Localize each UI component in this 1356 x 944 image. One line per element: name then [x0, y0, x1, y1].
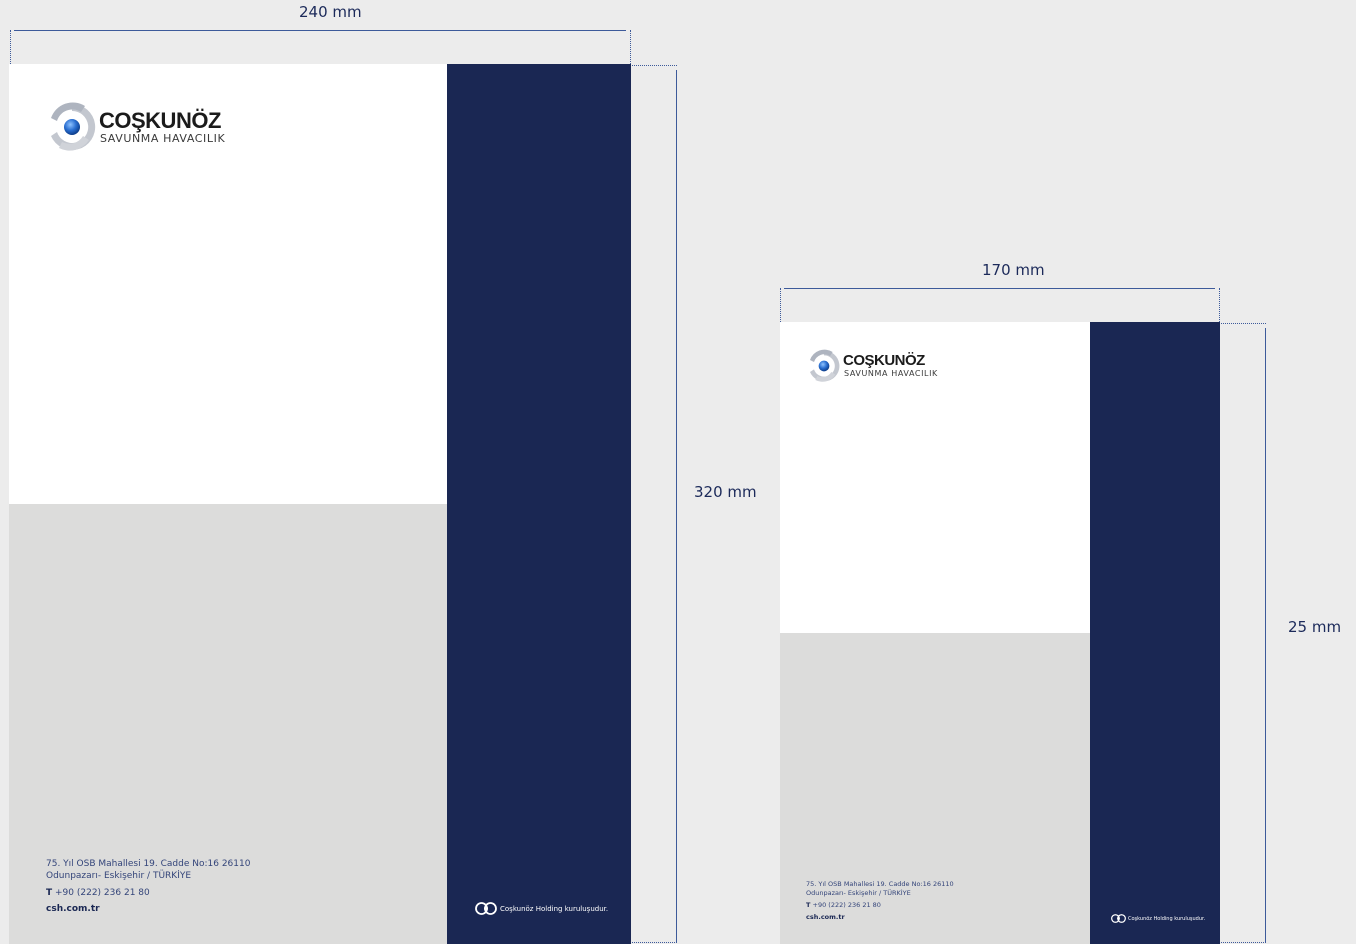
large-width-line — [14, 30, 626, 31]
small-phone-prefix: T — [806, 901, 811, 909]
large-envelope-navy-band — [447, 64, 631, 944]
large-holding-note: Coşkunöz Holding kuruluşudur. — [475, 902, 608, 915]
small-address-block: 75. Yıl OSB Mahallesi 19. Cadde No:16 26… — [806, 880, 954, 922]
small-height-label: 25 mm — [1288, 618, 1342, 636]
large-height-line — [676, 70, 677, 942]
large-address-block: 75. Yıl OSB Mahallesi 19. Cadde No:16 26… — [46, 858, 250, 915]
coskunoz-logo-icon — [51, 102, 96, 151]
large-height-label: 320 mm — [694, 483, 757, 501]
small-width-tick-left — [780, 288, 781, 322]
small-website: csh.com.tr — [806, 913, 845, 921]
small-height-tick-bottom — [1221, 942, 1266, 943]
large-envelope: COŞKUNÖZ SAVUNMA HAVACILIK 75. Yıl OSB M… — [9, 64, 631, 944]
small-address-line1: 75. Yıl OSB Mahallesi 19. Cadde No:16 26… — [806, 880, 954, 888]
large-phone: +90 (222) 236 21 80 — [55, 888, 150, 898]
large-width-tick-left — [10, 30, 11, 64]
large-address-line1: 75. Yıl OSB Mahallesi 19. Cadde No:16 26… — [46, 859, 251, 869]
small-width-tick-right — [1219, 288, 1220, 322]
large-height-tick-bottom — [632, 942, 677, 943]
large-width-tick-right — [630, 30, 631, 64]
large-height-tick-top — [632, 65, 677, 66]
small-envelope-navy-band — [1090, 322, 1220, 944]
small-holding-text: Coşkunöz Holding kuruluşudur. — [1128, 915, 1206, 922]
small-width-line — [784, 288, 1215, 289]
large-logo: COŞKUNÖZ SAVUNMA HAVACILIK — [45, 100, 245, 154]
small-phone: +90 (222) 236 21 80 — [812, 901, 881, 909]
large-phone-line: T +90 (222) 236 21 80 — [46, 887, 250, 899]
coskunoz-logo-icon — [810, 349, 840, 382]
large-width-label: 240 mm — [299, 3, 362, 21]
holding-logo-icon — [1111, 914, 1126, 923]
holding-logo-icon — [475, 902, 497, 915]
small-phone-line: T +90 (222) 236 21 80 — [806, 901, 954, 910]
large-holding-text: Coşkunöz Holding kuruluşudur. — [500, 904, 609, 913]
small-width-label: 170 mm — [982, 261, 1045, 279]
large-website: csh.com.tr — [46, 904, 100, 914]
small-holding-note: Coşkunöz Holding kuruluşudur. — [1111, 914, 1205, 923]
large-brand-name: COŞKUNÖZ — [99, 108, 221, 133]
small-height-line — [1265, 328, 1266, 942]
large-address-line2: Odunpazarı- Eskişehir / TÜRKİYE — [46, 871, 192, 881]
small-height-tick-top — [1221, 323, 1266, 324]
large-phone-prefix: T — [46, 888, 53, 898]
small-envelope: COŞKUNÖZ SAVUNMA HAVACILIK 75. Yıl OSB M… — [780, 322, 1220, 944]
small-logo: COŞKUNÖZ SAVUNMA HAVACILIK — [806, 348, 946, 384]
large-brand-sub: SAVUNMA HAVACILIK — [100, 132, 226, 145]
small-brand-name: COŞKUNÖZ — [843, 352, 925, 369]
small-address-line2: Odunpazarı- Eskişehir / TÜRKİYE — [806, 889, 911, 897]
small-brand-sub: SAVUNMA HAVACILIK — [844, 369, 938, 378]
